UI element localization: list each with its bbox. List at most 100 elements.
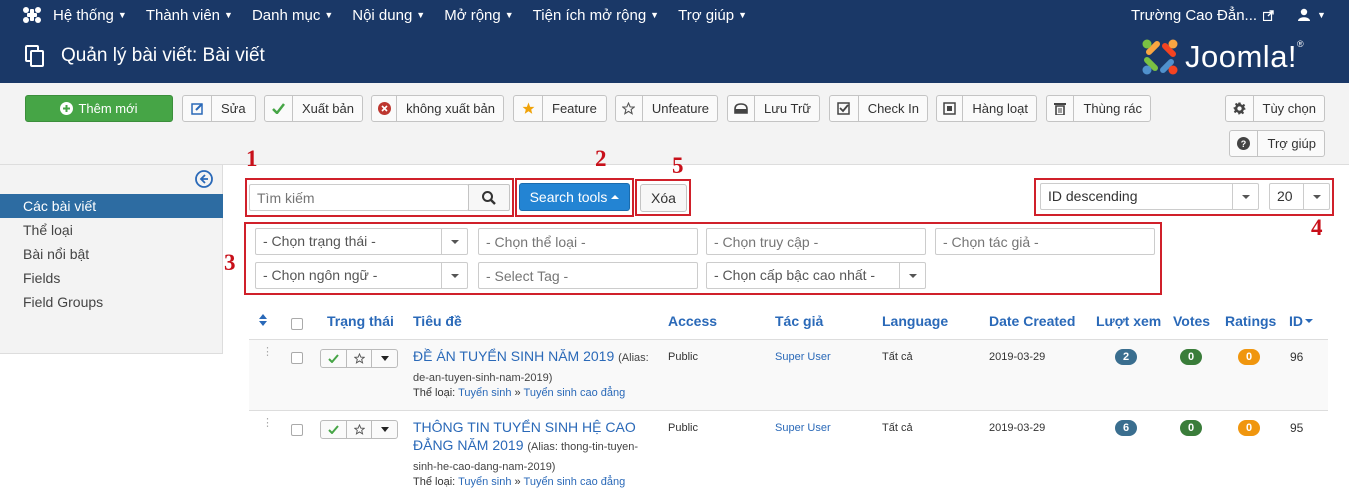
annotation-number-5: 5	[672, 153, 684, 178]
row-checkbox[interactable]	[291, 352, 303, 364]
menu-components[interactable]: Tiện ích mở rộng ▼	[533, 7, 659, 24]
article-category: Thể loại: Tuyển sinh » Tuyển sinh cao đẳ…	[413, 387, 626, 399]
feature-button[interactable]: Feature	[513, 95, 607, 122]
published-check-icon[interactable]	[321, 421, 347, 438]
column-ratings[interactable]: Ratings	[1225, 313, 1276, 329]
star-empty-icon	[616, 96, 643, 121]
column-author[interactable]: Tác giả	[775, 313, 823, 329]
ordering-sort-icon[interactable]	[259, 314, 267, 326]
drag-handle-icon[interactable]: ⋮	[262, 418, 273, 429]
menu-system[interactable]: Hệ thống ▼	[53, 7, 127, 24]
trash-button[interactable]: Thùng rác	[1046, 95, 1151, 122]
article-category: Thể loại: Tuyển sinh » Tuyển sinh cao đẳ…	[413, 476, 626, 488]
article-author-link[interactable]: Super User	[775, 351, 831, 363]
help-button[interactable]: ? Trợ giúp	[1229, 130, 1325, 157]
user-icon	[1298, 8, 1310, 21]
article-title-link[interactable]: ĐỀ ÁN TUYỂN SINH NĂM 2019 (Alias: de-an-…	[413, 347, 658, 387]
site-name: Trường Cao Đẳn...	[1131, 6, 1258, 24]
chevron-down-icon: ▼	[1317, 9, 1326, 20]
menu-menus[interactable]: Danh mục ▼	[252, 7, 333, 24]
page-title: Quản lý bài viết: Bài viết	[61, 45, 265, 66]
column-status[interactable]: Trạng thái	[327, 313, 394, 329]
unpublish-button[interactable]: không xuất bản	[371, 95, 504, 122]
annotation-box-filters	[244, 222, 1162, 295]
feature-button-label: Feature	[552, 101, 597, 116]
options-button[interactable]: Tùy chọn	[1225, 95, 1325, 122]
divider	[249, 410, 1328, 411]
article-id: 95	[1290, 421, 1304, 435]
menu-help[interactable]: Trợ giúp ▼	[678, 7, 747, 24]
archive-button[interactable]: Lưu Trữ	[727, 95, 820, 122]
joomla-brand-icon	[1142, 39, 1178, 75]
menu-users[interactable]: Thành viên ▼	[146, 7, 233, 24]
drag-handle-icon[interactable]: ⋮	[262, 347, 273, 358]
actions-dropdown-icon[interactable]	[372, 350, 397, 367]
sidebar-item-articles[interactable]: Các bài viết	[0, 194, 223, 218]
star-filled-icon	[514, 96, 543, 121]
batch-icon	[937, 96, 964, 121]
article-title-link[interactable]: THÔNG TIN TUYỂN SINH HỆ CAO ĐẲNG NĂM 201…	[413, 418, 658, 476]
select-all-checkbox[interactable]	[291, 318, 303, 330]
column-language[interactable]: Language	[882, 313, 948, 329]
gear-icon	[1226, 96, 1254, 121]
edit-button[interactable]: Sửa	[182, 95, 256, 122]
checkin-button[interactable]: Check In	[829, 95, 928, 122]
published-check-icon[interactable]	[321, 350, 347, 367]
article-language: Tất cả	[882, 351, 913, 363]
article-access: Public	[668, 422, 698, 434]
new-button[interactable]: Thêm mới	[25, 95, 173, 122]
category-child-link[interactable]: Tuyển sinh cao đẳng	[524, 387, 626, 399]
registered-mark: ®	[1297, 39, 1305, 49]
svg-text:?: ?	[1241, 139, 1247, 149]
article-id: 96	[1290, 350, 1304, 364]
menu-content[interactable]: Nội dung ▼	[352, 7, 425, 24]
annotation-number-1: 1	[246, 146, 258, 171]
sidebar-item-field-groups[interactable]: Field Groups	[0, 290, 223, 314]
caret-down-icon	[1305, 319, 1313, 323]
edit-icon	[183, 96, 212, 121]
joomla-logo-icon[interactable]	[22, 6, 42, 24]
help-button-label: Trợ giúp	[1267, 136, 1316, 151]
edit-button-label: Sửa	[221, 101, 246, 116]
status-button-group	[320, 420, 398, 439]
batch-button[interactable]: Hàng loạt	[936, 95, 1037, 122]
trash-icon	[1047, 96, 1075, 121]
options-button-label: Tùy chọn	[1262, 101, 1316, 116]
article-author-link[interactable]: Super User	[775, 422, 831, 434]
sidebar-item-categories[interactable]: Thể loại	[0, 218, 223, 242]
category-child-link[interactable]: Tuyển sinh cao đẳng	[524, 476, 626, 488]
row-checkbox[interactable]	[291, 424, 303, 436]
unpublish-button-label: không xuất bản	[406, 101, 495, 116]
sidebar-item-featured[interactable]: Bài nổi bật	[0, 242, 223, 266]
actions-dropdown-icon[interactable]	[372, 421, 397, 438]
column-hits[interactable]: Lượt xem	[1096, 313, 1161, 329]
featured-star-icon[interactable]	[347, 350, 372, 367]
annotation-box-search	[245, 178, 514, 217]
site-link[interactable]: Trường Cao Đẳn...	[1131, 0, 1274, 30]
menu-extensions[interactable]: Mở rộng ▼	[444, 7, 513, 24]
sidebar-item-fields[interactable]: Fields	[0, 266, 223, 290]
article-date: 2019-03-29	[989, 351, 1046, 363]
publish-button-label: Xuất bản	[301, 101, 354, 116]
trash-button-label: Thùng rác	[1083, 101, 1142, 116]
user-menu[interactable]: ▼	[1298, 8, 1326, 21]
publish-button[interactable]: Xuất bản	[264, 95, 363, 122]
column-votes[interactable]: Votes	[1173, 313, 1210, 329]
category-parent-link[interactable]: Tuyển sinh	[458, 387, 511, 399]
featured-star-icon[interactable]	[347, 421, 372, 438]
column-date-created[interactable]: Date Created	[989, 313, 1075, 329]
column-title[interactable]: Tiêu đề	[413, 313, 462, 329]
plus-circle-icon	[60, 102, 74, 115]
column-id[interactable]: ID	[1289, 313, 1313, 329]
hits-badge: 6	[1115, 420, 1137, 436]
category-parent-link[interactable]: Tuyển sinh	[458, 476, 511, 488]
unfeature-button[interactable]: Unfeature	[615, 95, 718, 122]
annotation-number-3: 3	[224, 250, 236, 275]
status-button-group	[320, 349, 398, 368]
unpublish-icon	[372, 96, 398, 121]
copy-icon	[25, 45, 45, 67]
article-date: 2019-03-29	[989, 422, 1046, 434]
column-access[interactable]: Access	[668, 313, 717, 329]
page-header: Quản lý bài viết: Bài viết Joomla!®	[0, 30, 1349, 83]
collapse-sidebar-icon[interactable]	[195, 170, 213, 188]
